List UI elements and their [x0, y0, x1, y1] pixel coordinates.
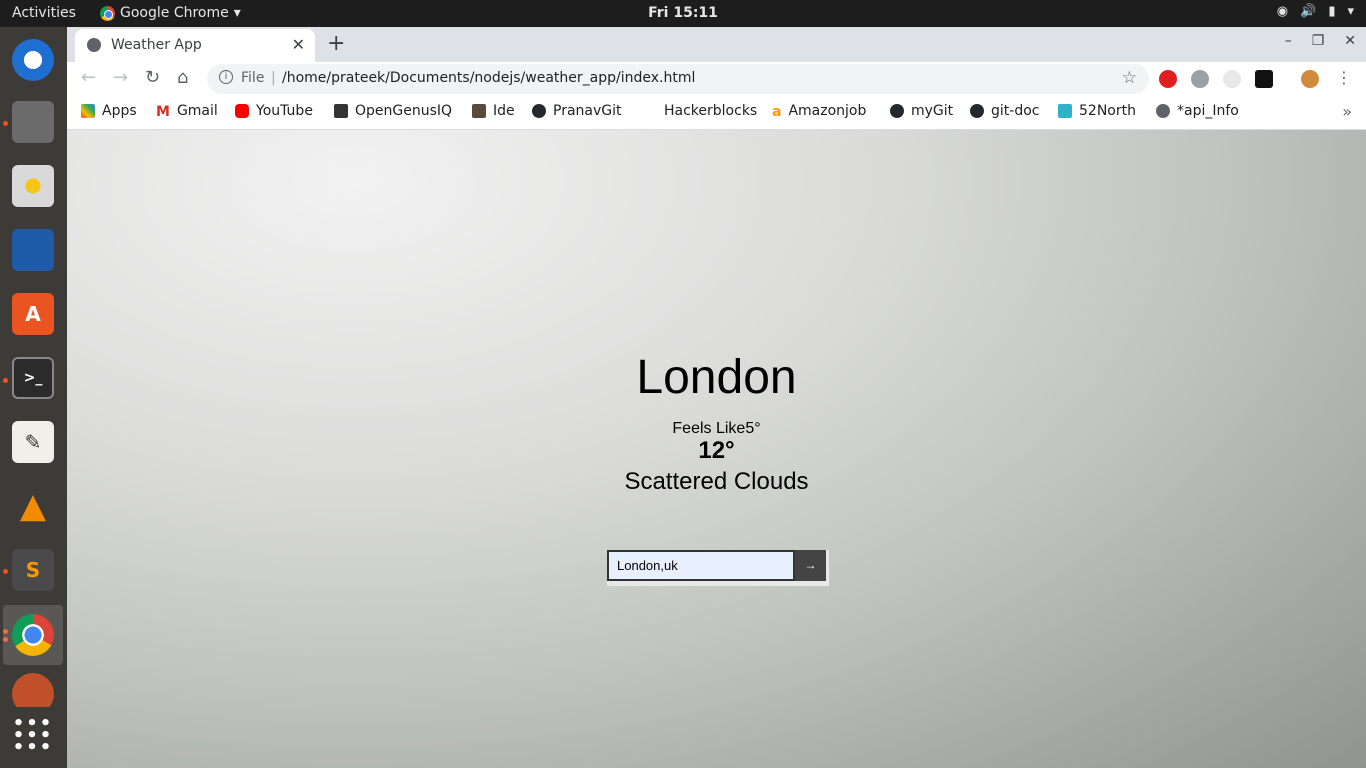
show-apps-icon: ••• ••• •••: [12, 713, 54, 758]
youtube-icon: [235, 104, 249, 118]
close-tab-icon[interactable]: ✕: [292, 35, 305, 54]
bookmark-ide[interactable]: Ide: [472, 103, 515, 119]
bookmark-star-icon[interactable]: ☆: [1122, 68, 1137, 88]
github-icon: [970, 104, 984, 118]
opera-icon[interactable]: [1159, 70, 1177, 88]
dock-thunderbird[interactable]: [8, 35, 58, 85]
forward-button[interactable]: →: [113, 67, 128, 88]
bookmark-52north[interactable]: 52North: [1058, 103, 1136, 119]
volume-icon: 🔊: [1300, 4, 1317, 19]
opengenus-icon: [334, 104, 348, 118]
bookmark-youtube[interactable]: YouTube: [235, 103, 313, 119]
dock-software-center[interactable]: A: [8, 289, 58, 339]
wifi-icon: ◉: [1276, 4, 1289, 19]
feels-like: Feels Like5°: [672, 420, 761, 437]
extensions-area: [1159, 70, 1319, 88]
bookmark-pranavgit[interactable]: PranavGit: [532, 103, 622, 119]
home-button[interactable]: ⌂: [177, 67, 188, 88]
text-editor-icon: ✎: [12, 421, 54, 463]
dock-rhythmbox[interactable]: [8, 161, 58, 211]
reload-button[interactable]: ↻: [145, 67, 160, 88]
dock-vlc[interactable]: ▲: [8, 481, 58, 531]
sublime-text-icon: S: [12, 549, 54, 591]
bookmark-git-doc[interactable]: git-doc: [970, 103, 1039, 119]
files-icon: [12, 101, 54, 143]
globe-icon: [87, 38, 101, 52]
terminal-icon: >_: [12, 357, 54, 399]
close-window-icon[interactable]: ✕: [1344, 33, 1356, 49]
chevron-down-icon: ▾: [1347, 4, 1354, 19]
temperature: 12°: [698, 437, 735, 464]
github-icon: [890, 104, 904, 118]
dock-sublime-text[interactable]: S: [8, 545, 58, 595]
dock-chrome[interactable]: [3, 605, 63, 665]
amazon-icon: a: [772, 104, 782, 120]
tab-strip: Weather App ✕ + – ❐ ✕: [67, 27, 1366, 62]
search-submit-button[interactable]: →: [795, 550, 826, 581]
battery-icon: ▮: [1328, 4, 1336, 19]
extension-icon[interactable]: [1255, 70, 1273, 88]
separator: |: [271, 70, 276, 86]
apps-icon: [81, 104, 95, 118]
bookmark-opengenusiq[interactable]: OpenGenusIQ: [334, 103, 452, 119]
bookmark-mygit[interactable]: myGit: [890, 103, 953, 119]
page-content: London Feels Like5° 12° Scattered Clouds…: [67, 130, 1366, 768]
scheme-label: File: [241, 70, 265, 86]
dock-libreoffice-writer[interactable]: [8, 225, 58, 275]
libreoffice-writer-icon: [12, 229, 54, 271]
codechef-icon: [472, 104, 486, 118]
globe-icon: [1156, 104, 1170, 118]
bookmark-apps[interactable]: Apps: [81, 103, 137, 119]
url-text[interactable]: /home/prateek/Documents/nodejs/weather_a…: [282, 70, 695, 86]
gmail-icon: M: [156, 104, 170, 120]
bookmark-gmail[interactable]: M Gmail: [156, 103, 218, 120]
chrome-window: Weather App ✕ + – ❐ ✕ ← → ↻ ⌂ i File | /…: [67, 27, 1366, 768]
dock-terminal[interactable]: >_: [8, 353, 58, 403]
bookmarks-bar: Apps M Gmail YouTube OpenGenusIQ Ide Pran…: [67, 96, 1366, 130]
city-name: London: [636, 351, 797, 404]
app-icon: [12, 673, 54, 707]
tab-title: Weather App: [111, 37, 202, 53]
clock[interactable]: Fri 15:11: [0, 5, 1366, 21]
minimize-icon[interactable]: –: [1285, 33, 1292, 49]
software-center-icon: A: [12, 293, 54, 335]
dock: A >_ ✎ ▲ S ••• ••• •••: [0, 27, 67, 768]
extension-icon[interactable]: [1223, 70, 1241, 88]
chrome-icon: [12, 614, 54, 656]
menu-icon[interactable]: ⋮: [1336, 68, 1352, 87]
rhythmbox-icon: [12, 165, 54, 207]
chevron-right-icon[interactable]: »: [1342, 102, 1352, 121]
browser-toolbar: ← → ↻ ⌂ i File | /home/prateek/Documents…: [67, 62, 1366, 96]
dock-files[interactable]: [8, 97, 58, 147]
extension-icon[interactable]: [1191, 70, 1209, 88]
back-button[interactable]: ←: [81, 67, 96, 88]
weather-description: Scattered Clouds: [624, 468, 809, 495]
52north-icon: [1058, 104, 1072, 118]
address-bar[interactable]: i File | /home/prateek/Documents/nodejs/…: [207, 64, 1149, 94]
new-tab-button[interactable]: +: [327, 31, 345, 56]
window-controls: – ❐ ✕: [1285, 33, 1356, 49]
restore-icon[interactable]: ❐: [1312, 33, 1325, 49]
city-search-input[interactable]: [607, 550, 795, 581]
vlc-icon: ▲: [19, 486, 47, 526]
info-icon[interactable]: i: [219, 70, 233, 84]
github-icon: [532, 104, 546, 118]
avatar[interactable]: [1301, 70, 1319, 88]
dock-app[interactable]: [8, 673, 58, 707]
system-tray[interactable]: ◉ 🔊 ▮ ▾: [1277, 4, 1354, 19]
thunderbird-icon: [12, 39, 54, 81]
bookmark-hackerblocks[interactable]: Hackerblocks: [664, 103, 757, 119]
bookmark-api-info[interactable]: *api_Info: [1156, 103, 1239, 119]
dock-text-editor[interactable]: ✎: [8, 417, 58, 467]
tab-weather-app[interactable]: Weather App ✕: [75, 29, 315, 62]
city-search-form: →: [607, 550, 829, 586]
system-top-bar: Activities Google Chrome ▾ Fri 15:11 ◉ 🔊…: [0, 0, 1366, 27]
show-applications-button[interactable]: ••• ••• •••: [8, 711, 58, 761]
bookmark-amazonjob[interactable]: a Amazonjob: [772, 103, 866, 120]
